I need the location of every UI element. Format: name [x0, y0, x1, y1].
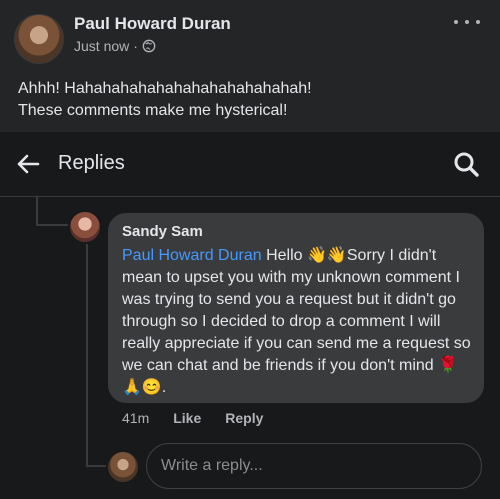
comment-actions: 41m Like Reply	[122, 410, 263, 426]
globe-icon	[142, 39, 156, 53]
post-card: Paul Howard Duran Just now · Ahhh! Hahah…	[0, 0, 500, 132]
dot	[476, 20, 480, 24]
dot	[454, 20, 458, 24]
reply-button[interactable]: Reply	[225, 410, 263, 426]
post-meta: Just now ·	[74, 38, 156, 54]
separator: ·	[133, 38, 138, 54]
more-options-icon[interactable]	[454, 14, 480, 30]
post-text: Ahhh! Hahahahahahahahahahahahahah! These…	[18, 78, 478, 122]
thread-line	[36, 197, 38, 225]
commenter-avatar[interactable]	[70, 212, 100, 242]
post-text-line: Ahhh! Hahahahahahahahahahahahahah!	[18, 80, 312, 97]
back-arrow-icon[interactable]	[14, 150, 42, 178]
comment-bubble: Sandy Sam Paul Howard Duran Hello 👋👋Sorr…	[108, 213, 484, 403]
current-user-avatar	[108, 452, 138, 482]
thread-line	[86, 244, 88, 466]
thread-line	[86, 465, 106, 467]
replies-title: Replies	[58, 152, 125, 174]
like-button[interactable]: Like	[173, 410, 201, 426]
post-time[interactable]: Just now	[74, 38, 129, 54]
mention-link[interactable]: Paul Howard Duran	[122, 247, 262, 264]
comment-body: Hello 👋👋Sorry I didn't mean to upset you…	[122, 247, 471, 396]
comment-text: Paul Howard Duran Hello 👋👋Sorry I didn't…	[122, 245, 472, 399]
replies-header: Replies	[0, 132, 500, 197]
reply-input[interactable]: Write a reply...	[146, 443, 482, 489]
comment-author-name[interactable]: Sandy Sam	[122, 223, 203, 240]
reply-placeholder: Write a reply...	[161, 457, 263, 474]
search-icon[interactable]	[452, 150, 480, 178]
author-avatar[interactable]	[14, 14, 64, 64]
thread-line	[36, 224, 68, 226]
post-text-line: These comments make me hysterical!	[18, 102, 288, 119]
post-author-name[interactable]: Paul Howard Duran	[74, 14, 231, 34]
comment-time: 41m	[122, 410, 150, 426]
dot	[465, 20, 469, 24]
